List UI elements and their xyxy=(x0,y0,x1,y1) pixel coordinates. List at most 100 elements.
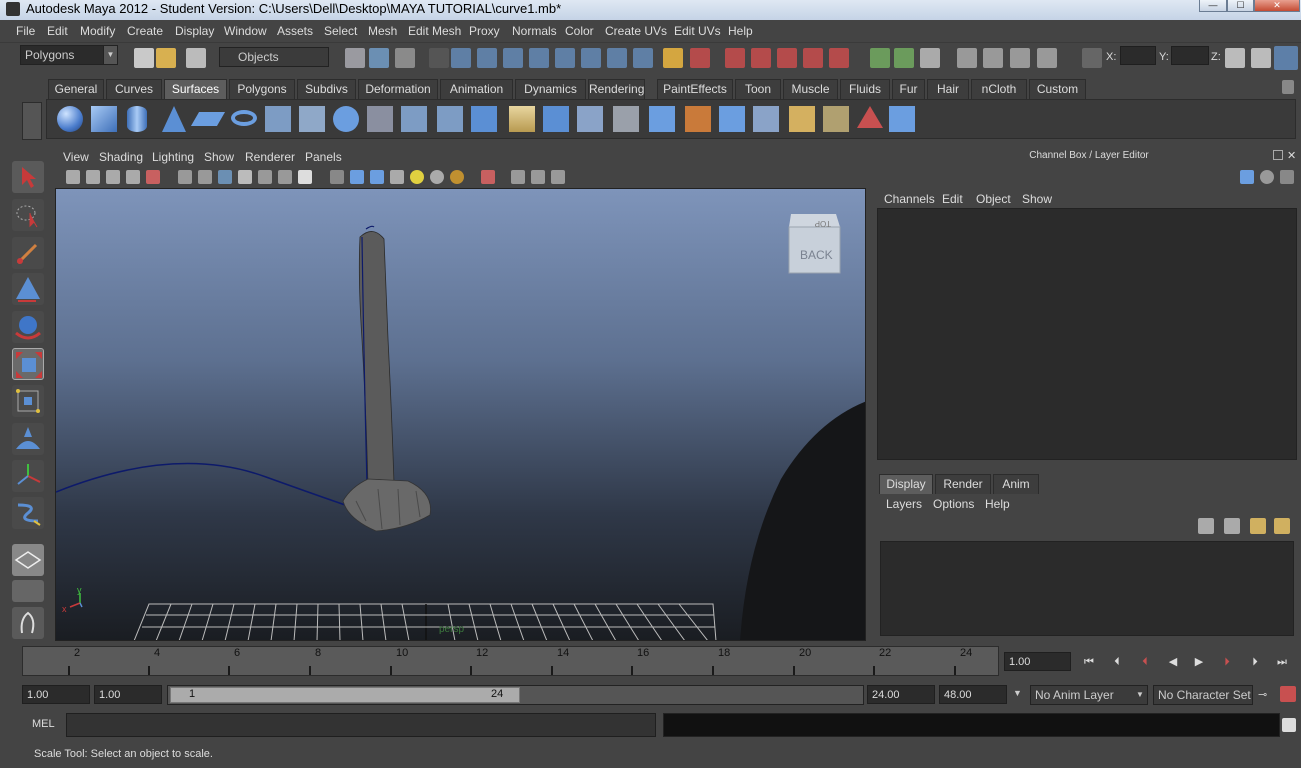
y-field[interactable] xyxy=(1171,46,1209,65)
extrude-icon[interactable] xyxy=(367,106,393,132)
maximize-button[interactable]: ☐ xyxy=(1227,0,1254,12)
step-back-key-icon[interactable]: ⏴ xyxy=(1136,654,1154,670)
menu-create[interactable]: Create xyxy=(127,24,163,38)
project-curve-icon[interactable] xyxy=(577,106,603,132)
open-scene-icon[interactable] xyxy=(156,48,176,68)
menu-proxy[interactable]: Proxy xyxy=(469,24,500,38)
step-back-frame-icon[interactable]: ⏴ xyxy=(1108,654,1126,670)
nurbs-curve[interactable] xyxy=(56,462,352,508)
close-button[interactable]: ✕ xyxy=(1254,0,1300,12)
selection-mask-dropdown[interactable]: Objects xyxy=(219,47,329,67)
move-tool-icon[interactable] xyxy=(12,273,44,305)
new-layer-selected-icon[interactable] xyxy=(1274,518,1290,534)
channelbox-area[interactable] xyxy=(877,208,1297,460)
go-to-start-icon[interactable]: ⏮ xyxy=(1080,654,1098,670)
shelf-tab-subdivs[interactable]: Subdivs xyxy=(297,79,356,99)
shelf-tab-curves[interactable]: Curves xyxy=(106,79,162,99)
save-scene-icon[interactable] xyxy=(186,48,206,68)
dark-background-object[interactable] xyxy=(740,401,866,641)
shelf-tab-surfaces[interactable]: Surfaces xyxy=(164,79,227,99)
select-surfaces-icon[interactable] xyxy=(529,48,549,68)
loft-icon[interactable] xyxy=(299,106,325,132)
transform-mode-icon[interactable] xyxy=(1082,48,1102,68)
four-view-layout-icon[interactable] xyxy=(12,580,44,602)
menu-file[interactable]: File xyxy=(16,24,35,38)
attach-surfaces-icon[interactable] xyxy=(753,106,779,132)
close-panel-icon[interactable]: ✕ xyxy=(1287,148,1296,164)
layer-tab-anim[interactable]: Anim xyxy=(993,474,1039,494)
view-cube[interactable] xyxy=(788,214,841,274)
paint-select-tool-icon[interactable] xyxy=(12,237,44,269)
viewport-menu-panels[interactable]: Panels xyxy=(305,150,342,164)
menu-help[interactable]: Help xyxy=(728,24,753,38)
shelf-menu-icon[interactable] xyxy=(1282,80,1294,94)
menu-modify[interactable]: Modify xyxy=(80,24,115,38)
nurbs-cylinder-icon[interactable] xyxy=(127,106,147,132)
make-live-icon[interactable] xyxy=(829,48,849,68)
select-handles-icon[interactable] xyxy=(451,48,471,68)
perspective-viewport[interactable]: TOP BACK y x persp xyxy=(55,188,866,641)
2d-pan-zoom-icon[interactable] xyxy=(146,170,160,184)
select-dynamics-icon[interactable] xyxy=(581,48,601,68)
detach-surfaces-icon[interactable] xyxy=(789,106,815,132)
anim-layer-dropdown[interactable]: No Anim Layer ▼ xyxy=(1030,685,1148,705)
go-to-end-icon[interactable]: ⏭ xyxy=(1273,654,1291,670)
move-layer-up-icon[interactable] xyxy=(1198,518,1214,534)
render-settings-icon[interactable] xyxy=(1037,48,1057,68)
layer-help-menu[interactable]: Help xyxy=(985,497,1010,511)
booleans-icon[interactable] xyxy=(719,106,745,132)
shelf-tab-fluids[interactable]: Fluids xyxy=(840,79,890,99)
menu-normals[interactable]: Normals xyxy=(512,24,557,38)
command-input[interactable] xyxy=(66,713,656,737)
nurbs-sphere-icon[interactable] xyxy=(57,106,83,132)
select-hierarchy-icon[interactable] xyxy=(345,48,365,68)
hyper-icon[interactable] xyxy=(1280,170,1294,184)
viewport-menu-renderer[interactable]: Renderer xyxy=(245,150,295,164)
grid-toggle-icon[interactable] xyxy=(350,170,364,184)
shelf-tab-animation[interactable]: Animation xyxy=(440,79,513,99)
float-panel-icon[interactable] xyxy=(1273,150,1283,160)
pick-mask-icon[interactable] xyxy=(429,48,449,68)
construction-history-icon[interactable] xyxy=(920,48,940,68)
image-plane-icon[interactable] xyxy=(126,170,140,184)
output-ops-icon[interactable] xyxy=(894,48,914,68)
share-icon[interactable] xyxy=(551,170,565,184)
selection-highlight-icon[interactable] xyxy=(481,170,495,184)
select-rendering-icon[interactable] xyxy=(607,48,627,68)
render-frame-icon[interactable] xyxy=(983,48,1003,68)
show-manipulator-icon[interactable] xyxy=(12,460,44,492)
revolve-icon[interactable] xyxy=(265,106,291,132)
xray-icon[interactable] xyxy=(238,170,252,184)
shelf-tab-deformation[interactable]: Deformation xyxy=(358,79,438,99)
single-perspective-layout-icon[interactable] xyxy=(12,544,44,576)
birail-icon[interactable] xyxy=(401,106,427,132)
viewport-menu-view[interactable]: View xyxy=(63,150,89,164)
character-set-dropdown[interactable]: No Character Set xyxy=(1153,685,1253,705)
move-layer-down-icon[interactable] xyxy=(1224,518,1240,534)
smooth-shade-icon[interactable] xyxy=(198,170,212,184)
rebuild-icon[interactable] xyxy=(823,106,849,132)
two-pane-icon[interactable] xyxy=(531,170,545,184)
script-editor-icon[interactable] xyxy=(1282,718,1296,732)
viewport-menu-shading[interactable]: Shading xyxy=(99,150,143,164)
revolved-surface-base[interactable] xyxy=(342,478,431,532)
isolate-select-icon[interactable] xyxy=(330,170,344,184)
soft-modification-icon[interactable] xyxy=(12,423,44,455)
time-slider[interactable]: 2 4 6 8 10 12 14 16 18 20 22 24 xyxy=(22,646,999,676)
all-lights-icon[interactable] xyxy=(430,170,444,184)
render-view-icon[interactable] xyxy=(957,48,977,68)
select-object-icon[interactable] xyxy=(369,48,389,68)
boundary-icon[interactable] xyxy=(437,106,463,132)
shelf-tab-fur[interactable]: Fur xyxy=(892,79,925,99)
xray-joints-icon[interactable] xyxy=(258,170,272,184)
bevel-icon[interactable] xyxy=(509,106,535,132)
select-tool-icon[interactable] xyxy=(12,161,44,193)
trim-tool-icon[interactable] xyxy=(613,106,639,132)
nurbs-plane-icon[interactable] xyxy=(190,112,226,126)
outliner-layout-icon[interactable] xyxy=(12,607,44,639)
layers-menu[interactable]: Layers xyxy=(886,497,922,511)
speed-icon[interactable] xyxy=(1260,170,1274,184)
shadows-icon[interactable] xyxy=(450,170,464,184)
range-slider[interactable]: 1 24 xyxy=(167,685,864,705)
nurbs-cube-icon[interactable] xyxy=(91,106,117,132)
